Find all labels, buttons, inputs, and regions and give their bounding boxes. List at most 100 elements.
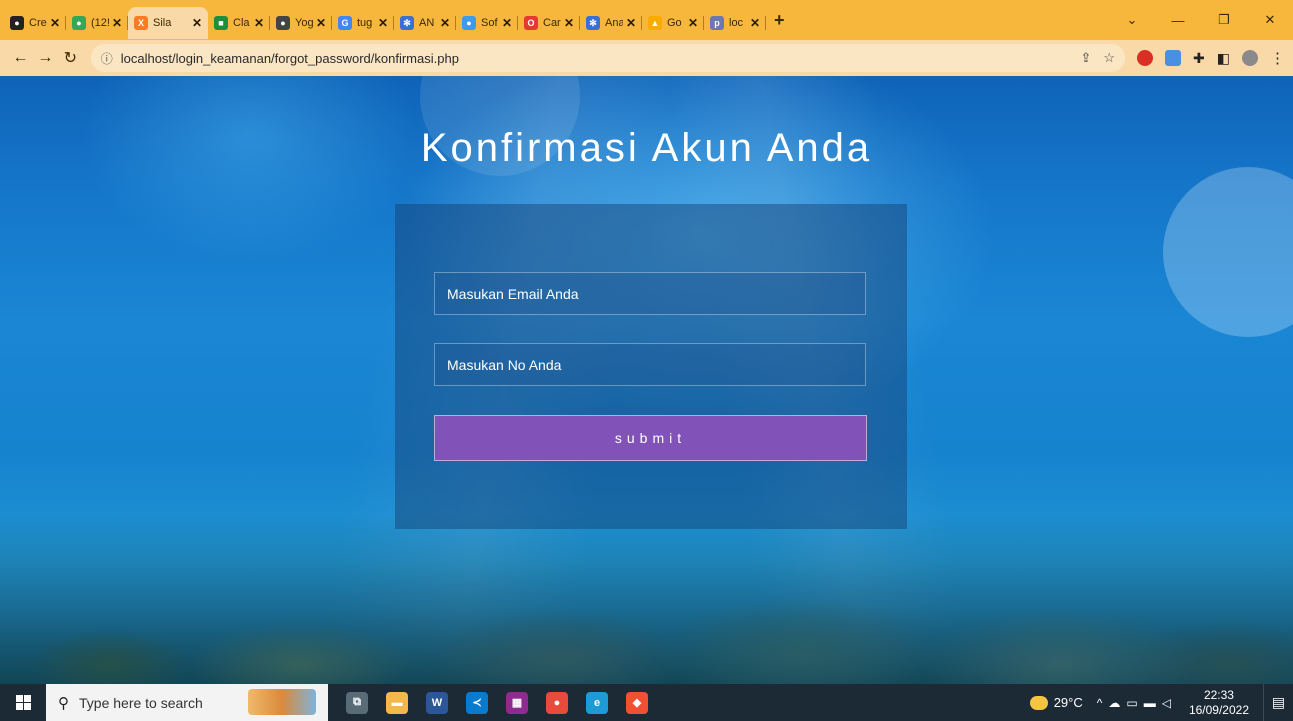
globe-icon: ● (276, 16, 290, 30)
tab-title: Cla (233, 17, 250, 29)
git-icon[interactable]: ◆ (626, 691, 648, 714)
github-icon: ● (10, 16, 24, 30)
tab-title: Car (543, 17, 561, 29)
tab-close-icon[interactable]: ✕ (502, 16, 512, 30)
windows-taskbar: ⚲ Type here to search ⧉ ▬ W ≺ ▦ ● e ◆ 29°C ^☁▭▬… (0, 684, 1293, 721)
search-highlight-image (248, 689, 316, 715)
tab-close-icon[interactable]: ✕ (688, 16, 698, 30)
tab-title: tug (357, 17, 373, 29)
browser-tab[interactable]: ▲ Go ✕ (642, 7, 704, 39)
tab-title: Go (667, 17, 682, 29)
clock-date: 16/09/2022 (1188, 702, 1249, 717)
tab-title: Ana (605, 17, 623, 29)
bookmark-star-icon[interactable]: ☆ (1103, 50, 1115, 66)
tab-title: AN (419, 17, 435, 29)
tab-title: (12! (91, 17, 109, 29)
email-field[interactable] (434, 272, 866, 315)
chat-badge-icon: ● (72, 16, 86, 30)
address-bar[interactable]: ⓘ localhost/login_keamanan/forgot_passwo… (90, 44, 1126, 72)
notifications-icon[interactable]: ▤ (1263, 684, 1293, 721)
chrome-icon[interactable]: ● (546, 691, 568, 714)
clock[interactable]: 22:33 16/09/2022 (1189, 688, 1249, 718)
system-tray: 29°C ^☁▭▬◁ 22:33 16/09/2022 ▤ (1029, 684, 1293, 721)
tab-title: Yog (295, 17, 313, 29)
tray-icons[interactable]: ^☁▭▬◁ (1097, 696, 1177, 710)
browser-tab[interactable]: p loc ✕ (704, 7, 766, 39)
search-icon: ⚲ (58, 694, 69, 712)
window-controls: ⌄ — ❐ ✕ (1109, 0, 1293, 40)
phone-field[interactable] (434, 343, 866, 386)
word-icon[interactable]: W (426, 691, 448, 714)
tab-close-icon[interactable]: ✕ (378, 16, 388, 30)
browser-tab[interactable]: ■ Cla ✕ (208, 7, 270, 39)
share-icon[interactable]: ⇪ (1080, 50, 1091, 66)
extensions-area: ✚ ◧ ⋮ (1137, 49, 1285, 67)
file-explorer-icon[interactable]: ▬ (386, 691, 408, 714)
tab-close-icon[interactable]: ✕ (50, 16, 60, 30)
windows-logo-icon (15, 695, 31, 710)
weather-widget[interactable]: 29°C (1029, 695, 1083, 710)
extension-icon[interactable] (1137, 50, 1154, 66)
tab-close-icon[interactable]: ✕ (316, 16, 326, 30)
browser-tab[interactable]: ✻ Ana ✕ (580, 7, 642, 39)
restore-icon[interactable]: ❐ (1201, 12, 1247, 28)
page-title: Konfirmasi Akun Anda (420, 126, 873, 170)
tab-close-icon[interactable]: ✕ (254, 16, 264, 30)
close-window-icon[interactable]: ✕ (1247, 12, 1293, 28)
forward-icon[interactable]: → (33, 49, 58, 67)
translate-extension-icon[interactable] (1165, 50, 1182, 66)
clock-time: 22:33 (1203, 687, 1234, 702)
pinned-apps: ⧉ ▬ W ≺ ▦ ● e ◆ (346, 691, 648, 714)
browser-tab[interactable]: ● Cre ✕ (4, 7, 66, 39)
tab-close-icon[interactable]: ✕ (750, 16, 760, 30)
url-text[interactable]: localhost/login_keamanan/forgot_password… (121, 51, 1081, 66)
tab-close-icon[interactable]: ✕ (112, 16, 122, 30)
menu-dots-icon[interactable]: ⋮ (1270, 49, 1285, 67)
reload-icon[interactable]: ↻ (58, 48, 83, 68)
network-icon: ✻ (586, 16, 600, 30)
task-view-icon[interactable]: ⧉ (346, 691, 368, 714)
tab-title: Sila (153, 17, 172, 29)
weather-icon (1029, 695, 1048, 710)
tab-title: loc (729, 17, 744, 29)
taskbar-search[interactable]: ⚲ Type here to search (46, 684, 328, 721)
tab-close-icon[interactable]: ✕ (440, 16, 450, 30)
site-info-icon[interactable]: ⓘ (101, 50, 113, 67)
tab-close-icon[interactable]: ✕ (192, 16, 202, 30)
browser-tab[interactable]: Gtug ✕ (332, 7, 394, 39)
back-icon[interactable]: ← (8, 49, 33, 67)
tab-close-icon[interactable]: ✕ (564, 16, 574, 30)
browser-tab[interactable]: ● (12! ✕ (66, 7, 128, 39)
tab-title: Cre (29, 17, 47, 29)
coral-reef-background (0, 514, 1293, 684)
browser-tab-strip: ● Cre ✕ ● (12! ✕ X Sila ✕ ■ Cla ✕ ● Yog ✕ Gtug ✕ ✻ AN ✕ ● Sof… (0, 0, 1293, 40)
browser-tab[interactable]: X Sila ✕ (128, 7, 208, 39)
opera-icon: O (524, 16, 538, 30)
xampp-icon: X (134, 16, 148, 30)
network-icon: ✻ (400, 16, 414, 30)
side-panel-icon[interactable]: ◧ (1217, 50, 1230, 67)
browser-tab[interactable]: O Car ✕ (518, 7, 580, 39)
tab-list: ● Cre ✕ ● (12! ✕ X Sila ✕ ■ Cla ✕ ● Yog ✕ Gtug ✕ ✻ AN ✕ ● Sof… (0, 0, 766, 40)
google-icon: G (338, 16, 352, 30)
tab-title: Sof (481, 17, 498, 29)
edge-icon[interactable]: e (586, 691, 608, 714)
tab-close-icon[interactable]: ✕ (626, 16, 636, 30)
tab-search-icon[interactable]: ⌄ (1109, 12, 1155, 28)
browser-tab[interactable]: ✻ AN ✕ (394, 7, 456, 39)
software-icon: ● (462, 16, 476, 30)
new-tab-button[interactable]: + (774, 0, 785, 40)
start-button[interactable] (0, 684, 46, 721)
winrar-icon[interactable]: ▦ (506, 691, 528, 714)
weather-temp: 29°C (1053, 695, 1083, 710)
phpmyadmin-icon: p (710, 16, 724, 30)
profile-avatar[interactable] (1241, 50, 1258, 66)
submit-button[interactable]: submit (434, 415, 867, 461)
minimize-icon[interactable]: — (1155, 13, 1201, 28)
search-placeholder: Type here to search (79, 694, 203, 711)
puzzle-extensions-icon[interactable]: ✚ (1193, 50, 1205, 67)
browser-tab[interactable]: ● Yog ✕ (270, 7, 332, 39)
vscode-icon[interactable]: ≺ (466, 691, 488, 714)
browser-tab[interactable]: ● Sof ✕ (456, 7, 518, 39)
classroom-icon: ■ (214, 16, 228, 30)
